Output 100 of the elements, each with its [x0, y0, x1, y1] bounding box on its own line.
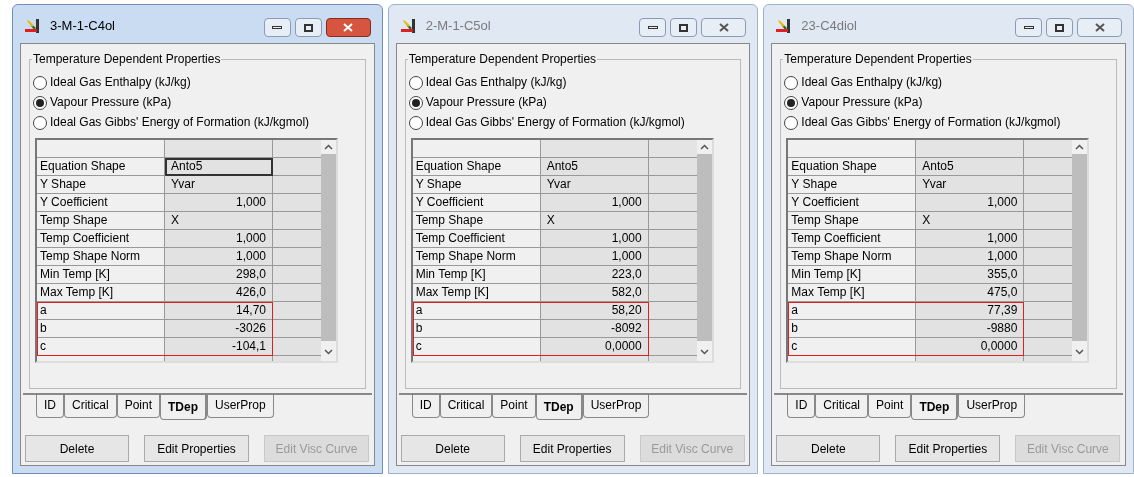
dialog-button[interactable]: Delete	[776, 435, 881, 462]
property-value[interactable]: 1,000	[165, 194, 273, 212]
radio-label[interactable]: Ideal Gas Enthalpy (kJ/kg)	[801, 74, 943, 91]
table-cell	[273, 158, 321, 176]
tab[interactable]: TDep	[535, 395, 583, 420]
property-value[interactable]: 475,0	[916, 284, 1025, 302]
radio-label[interactable]: Vapour Pressure (kPa)	[50, 94, 172, 111]
tab[interactable]: Critical	[815, 395, 868, 418]
radio-button[interactable]	[408, 75, 423, 90]
table-cell	[1024, 158, 1073, 176]
radio-button[interactable]	[408, 115, 423, 130]
close-button[interactable]	[701, 18, 747, 37]
property-value[interactable]: 223,0	[540, 266, 649, 284]
tab[interactable]: Point	[492, 395, 536, 418]
tab[interactable]: TDep	[911, 395, 959, 420]
property-value[interactable]: 355,0	[916, 266, 1025, 284]
maximize-button[interactable]	[670, 18, 698, 37]
property-value[interactable]: X	[916, 212, 1025, 230]
property-value[interactable]: 1,000	[916, 248, 1025, 266]
dialog-button[interactable]: Delete	[400, 435, 505, 462]
radio-label[interactable]: Ideal Gas Gibbs' Energy of Formation (kJ/kgmol)	[50, 114, 310, 131]
property-value[interactable]: -104,1	[165, 338, 273, 356]
table-cell	[1024, 320, 1073, 338]
tab[interactable]: UserProp	[207, 395, 274, 418]
radio-button[interactable]	[33, 75, 47, 90]
tab[interactable]: Point	[868, 395, 912, 418]
property-value[interactable]: 582,0	[540, 284, 649, 302]
radio-button[interactable]	[408, 95, 423, 110]
property-value[interactable]: X	[540, 212, 649, 230]
property-value[interactable]: -9880	[916, 320, 1025, 338]
radio-label[interactable]: Ideal Gas Gibbs' Energy of Formation (kJ/kgmol)	[801, 114, 1061, 131]
property-value[interactable]: 14,70	[165, 302, 273, 320]
property-name: Min Temp [K]	[412, 266, 541, 284]
property-value[interactable]: 1,000	[540, 248, 649, 266]
property-value[interactable]: 1,000	[916, 194, 1025, 212]
tab[interactable]: Critical	[439, 395, 493, 418]
radio-label[interactable]: Vapour Pressure (kPa)	[801, 94, 923, 111]
window-title: 2-M-1-C5ol	[425, 17, 492, 36]
property-value[interactable]: 426,0	[165, 284, 273, 302]
scrollbar[interactable]	[321, 140, 336, 361]
scroll-thumb[interactable]	[321, 154, 336, 341]
tab[interactable]: UserProp	[958, 395, 1026, 418]
property-value[interactable]: 1,000	[540, 230, 649, 248]
radio-label[interactable]: Ideal Gas Enthalpy (kJ/kg)	[50, 74, 191, 91]
property-value[interactable]: 0,0000	[540, 338, 649, 356]
property-name: Y Shape	[412, 176, 541, 194]
scroll-up-icon	[699, 144, 709, 150]
minimize-button[interactable]	[1015, 18, 1042, 37]
minimize-button[interactable]	[639, 18, 667, 37]
tab[interactable]: TDep	[160, 395, 208, 420]
property-value[interactable]: 0,0000	[916, 338, 1025, 356]
dialog-button[interactable]: Edit Properties	[519, 435, 625, 462]
dialog-button[interactable]: Edit Properties	[144, 435, 249, 462]
property-value[interactable]: 1,000	[165, 248, 273, 266]
radio-button[interactable]	[784, 95, 799, 110]
property-value[interactable]: Yvar	[165, 176, 273, 194]
scroll-thumb[interactable]	[1072, 154, 1088, 341]
tab[interactable]: Critical	[64, 395, 117, 418]
table-cell	[648, 158, 697, 176]
radio-button[interactable]	[784, 75, 799, 90]
property-name: Temp Shape Norm	[37, 248, 165, 266]
property-value[interactable]: Yvar	[540, 176, 649, 194]
property-value[interactable]: 298,0	[165, 266, 273, 284]
table-cell	[1024, 212, 1073, 230]
radio-label[interactable]: Vapour Pressure (kPa)	[425, 94, 547, 111]
property-value[interactable]: Yvar	[916, 176, 1025, 194]
property-value[interactable]: Anto5	[540, 158, 649, 176]
scrollbar[interactable]	[1072, 140, 1088, 361]
property-value[interactable]: 1,000	[165, 230, 273, 248]
tab[interactable]: ID	[787, 395, 816, 418]
tab[interactable]: UserProp	[582, 395, 650, 418]
table-cell	[1024, 248, 1073, 266]
minimize-button[interactable]	[263, 18, 291, 37]
property-name: Temp Coefficient	[412, 230, 541, 248]
table-cell	[273, 320, 321, 338]
property-value[interactable]: Anto5	[916, 158, 1025, 176]
property-value[interactable]: X	[165, 212, 273, 230]
maximize-button[interactable]	[294, 18, 322, 37]
dialog-button[interactable]: Delete	[25, 435, 129, 462]
property-value[interactable]: 77,39	[916, 302, 1025, 320]
radio-button[interactable]	[784, 115, 799, 130]
table-cell	[1024, 284, 1073, 302]
radio-label[interactable]: Ideal Gas Enthalpy (kJ/kg)	[425, 74, 567, 91]
radio-label[interactable]: Ideal Gas Gibbs' Energy of Formation (kJ/kgmol)	[425, 114, 685, 131]
radio-button[interactable]	[33, 95, 47, 110]
property-value[interactable]: Anto5	[165, 158, 273, 176]
dialog-button[interactable]: Edit Properties	[895, 435, 1001, 462]
property-value[interactable]: -8092	[540, 320, 649, 338]
property-value[interactable]: 1,000	[916, 230, 1025, 248]
tab[interactable]: Point	[116, 395, 161, 418]
maximize-button[interactable]	[1046, 18, 1073, 37]
property-name: Y Coefficient	[788, 194, 917, 212]
radio-button[interactable]	[33, 115, 47, 130]
property-value[interactable]: 58,20	[540, 302, 649, 320]
property-value[interactable]: -3026	[165, 320, 273, 338]
close-button[interactable]	[325, 18, 371, 37]
tab[interactable]: ID	[36, 395, 64, 418]
close-button[interactable]	[1077, 18, 1122, 37]
tab[interactable]: ID	[411, 395, 440, 418]
property-value[interactable]: 1,000	[540, 194, 649, 212]
